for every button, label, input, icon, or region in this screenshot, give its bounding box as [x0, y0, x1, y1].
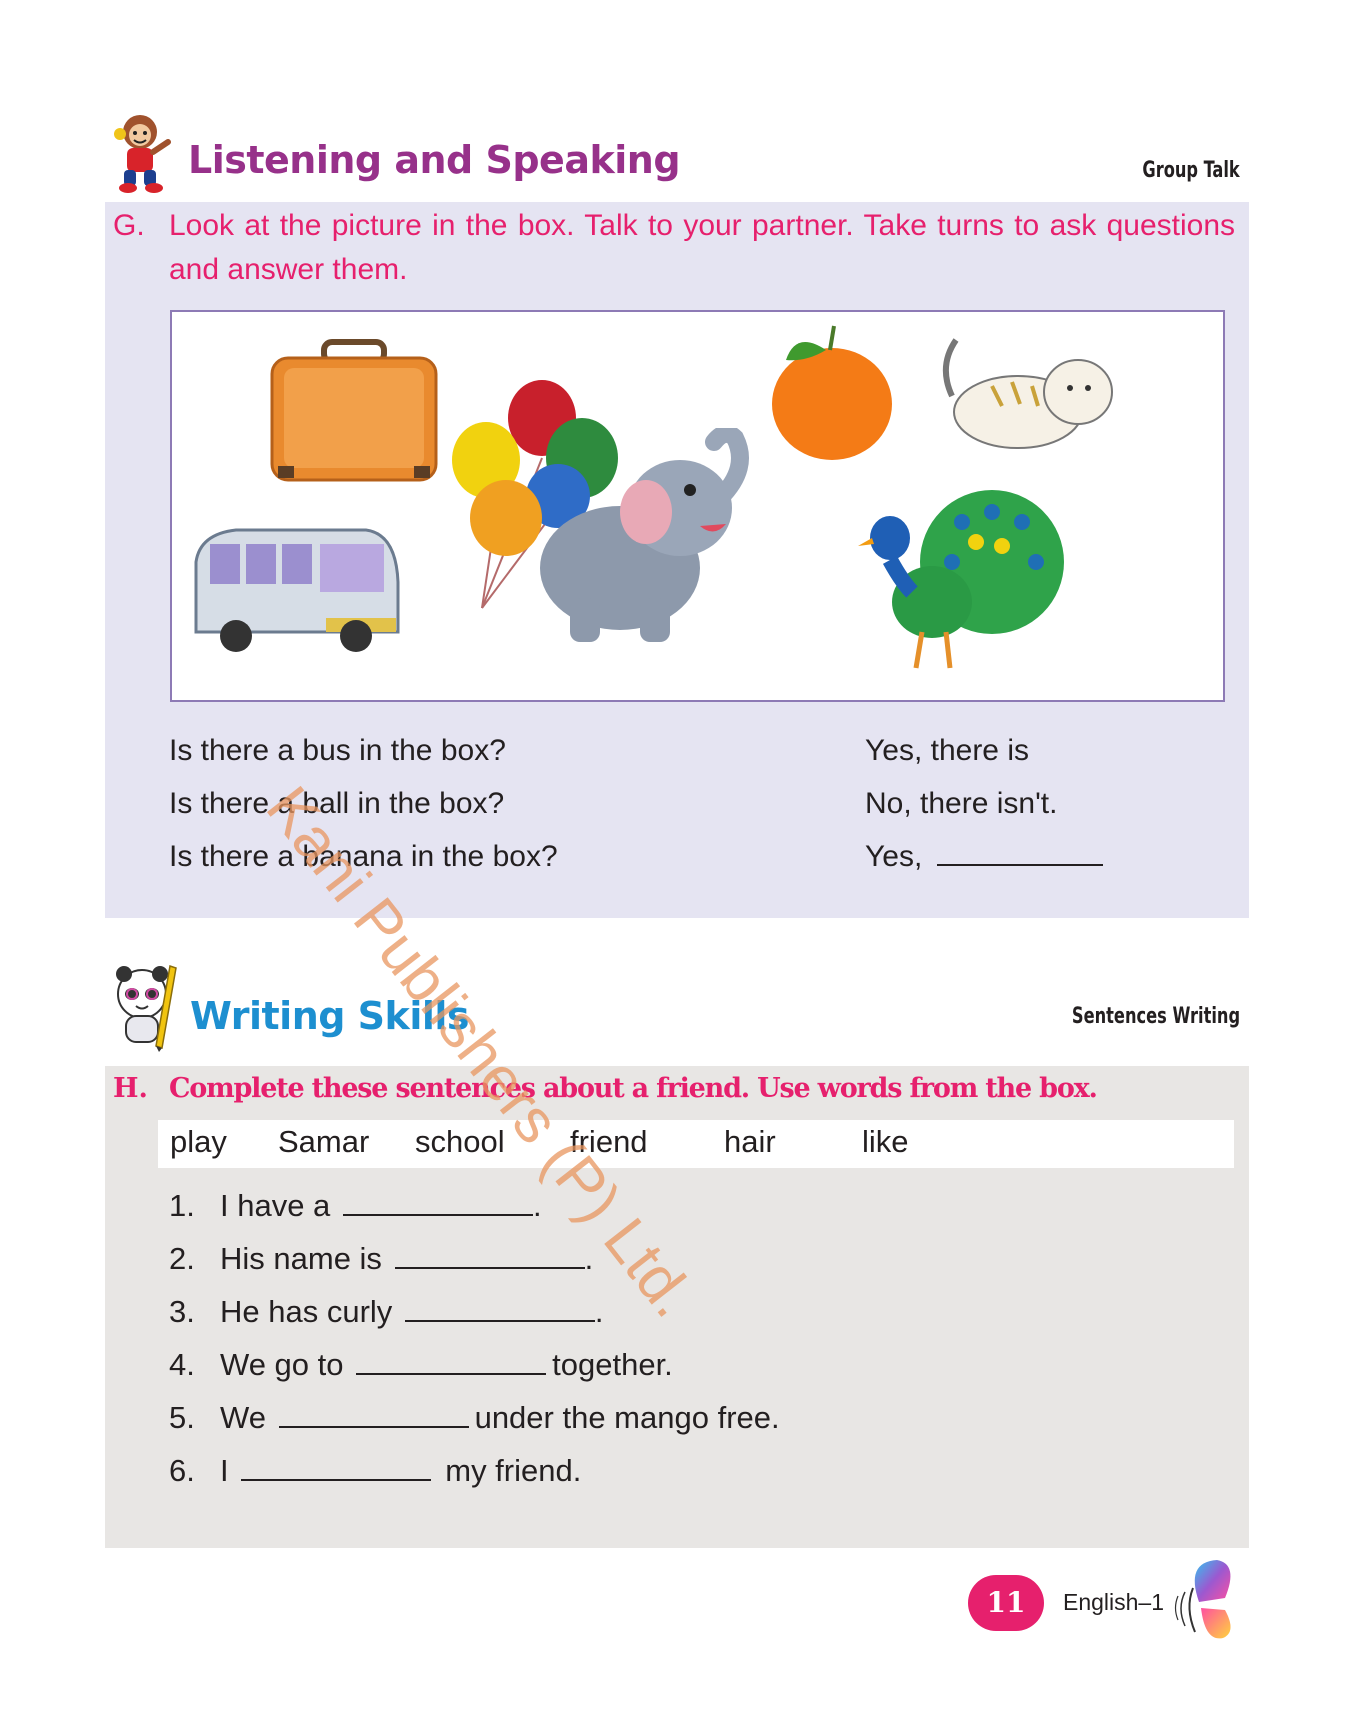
word-like: like — [862, 1124, 909, 1159]
word-hair: hair — [724, 1124, 776, 1159]
bus-icon — [194, 528, 400, 652]
writing-instruction: Complete these sentences about a friend.… — [169, 1073, 1098, 1104]
item-number: 2. — [169, 1241, 195, 1276]
orange-icon — [772, 325, 892, 460]
answer-2: No, there isn't. — [865, 787, 1058, 820]
word-play: play — [170, 1124, 227, 1159]
item-2: His name is . — [220, 1241, 593, 1277]
item-blank[interactable] — [404, 1320, 595, 1322]
item-6: I my friend. — [220, 1453, 581, 1489]
writing-section-title: Writing Skills — [190, 994, 470, 1038]
item-blank[interactable] — [356, 1373, 547, 1375]
listening-instruction: Look at the picture in the box. Talk to … — [169, 209, 1235, 286]
answer-3-row: Yes, — [865, 840, 1103, 874]
item-blank[interactable] — [278, 1426, 469, 1428]
question-letter-h: H. — [113, 1073, 148, 1104]
word-friend: friend — [570, 1124, 648, 1159]
item-text-before: He has curly — [220, 1294, 393, 1329]
answer-3-blank[interactable] — [936, 864, 1103, 866]
item-blank[interactable] — [342, 1214, 533, 1216]
item-number: 4. — [169, 1347, 195, 1382]
item-number: 5. — [169, 1400, 195, 1435]
item-text-before: We go to — [220, 1347, 344, 1382]
item-blank[interactable] — [241, 1479, 432, 1481]
item-4: We go to together. — [220, 1347, 673, 1383]
tiger-icon — [943, 338, 1113, 449]
item-text-after: under the mango free. — [474, 1400, 780, 1435]
answer-1: Yes, there is — [865, 734, 1029, 767]
question-2: Is there a ball in the box? — [169, 787, 505, 820]
question-letter-g: G. — [113, 209, 145, 242]
item-number: 6. — [169, 1453, 195, 1488]
elephant-icon — [540, 428, 749, 642]
question-3: Is there a banana in the box? — [169, 840, 558, 873]
item-1: I have a . — [220, 1188, 542, 1224]
item-text-before: His name is — [220, 1241, 382, 1276]
item-text-after: my friend. — [445, 1453, 582, 1488]
answer-3: Yes, — [865, 840, 923, 873]
item-text-before: I — [220, 1453, 229, 1488]
panda-mascot-icon — [110, 960, 182, 1052]
item-text-after: . — [594, 1294, 604, 1329]
listening-section-title: Listening and Speaking — [188, 138, 681, 182]
page-number-badge: 11 — [968, 1575, 1044, 1631]
word-samar: Samar — [278, 1124, 370, 1159]
group-talk-tag: Group Talk — [1142, 158, 1240, 183]
question-1: Is there a bus in the box? — [169, 734, 506, 767]
item-3: He has curly . — [220, 1294, 604, 1330]
item-text-after: . — [584, 1241, 594, 1276]
word-school: school — [415, 1124, 505, 1159]
item-text-before: We — [220, 1400, 266, 1435]
item-text-after: . — [532, 1188, 542, 1223]
sentences-writing-tag: Sentences Writing — [1071, 1004, 1240, 1029]
butterfly-logo-icon — [1174, 1560, 1231, 1639]
book-title: English–1 — [1063, 1589, 1165, 1615]
item-number: 3. — [169, 1294, 195, 1329]
monkey-mascot-icon — [110, 110, 176, 194]
item-text-before: I have a — [220, 1188, 331, 1223]
item-text-after: together. — [552, 1347, 673, 1382]
item-blank[interactable] — [394, 1267, 585, 1269]
item-number: 1. — [169, 1188, 195, 1223]
picture-box — [170, 310, 1225, 702]
item-5: We under the mango free. — [220, 1400, 780, 1436]
peacock-icon — [858, 490, 1064, 669]
suitcase-icon — [270, 339, 438, 482]
